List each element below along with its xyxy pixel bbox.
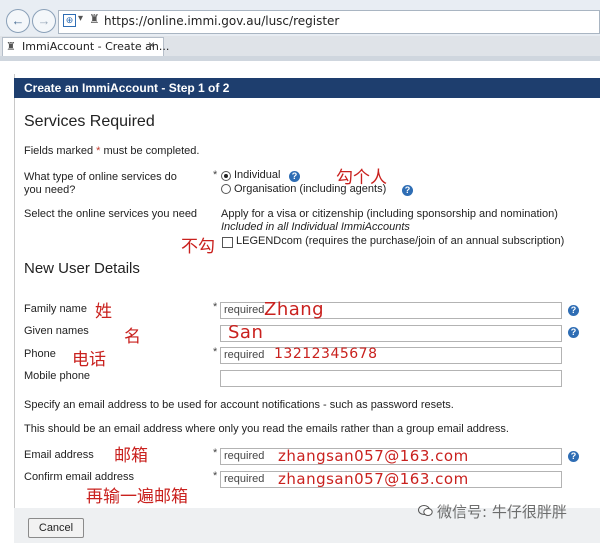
annotation-tick-individual: 勾个人 xyxy=(336,168,387,188)
required-star: * xyxy=(213,447,218,459)
dropdown-icon[interactable]: ▾ xyxy=(78,13,83,24)
services-section-title: Services Required xyxy=(24,113,155,130)
organisation-radio[interactable] xyxy=(221,184,231,194)
annotation-no-tick: 不勾 xyxy=(181,237,215,257)
help-icon[interactable]: ? xyxy=(568,451,579,462)
mobile-phone-label: Mobile phone xyxy=(24,370,91,382)
back-icon[interactable]: ← xyxy=(6,9,30,33)
annotation-email: 邮箱 xyxy=(114,446,148,466)
confirm-email-placeholder: required xyxy=(224,473,265,485)
fields-note-suffix: must be completed. xyxy=(103,145,200,157)
tab-favicon-icon: ♜ xyxy=(6,41,16,53)
family-name-label: Family name xyxy=(24,303,87,315)
family-name-value: Zhang xyxy=(264,299,325,320)
site-crest-icon: ♜ xyxy=(89,12,100,26)
help-icon[interactable]: ? xyxy=(402,185,413,196)
cancel-button[interactable]: Cancel xyxy=(28,518,84,538)
help-icon[interactable]: ? xyxy=(568,305,579,316)
individual-label[interactable]: Individual xyxy=(234,168,280,183)
given-names-input[interactable] xyxy=(220,325,562,342)
family-name-placeholder: required xyxy=(224,304,265,316)
email-value: zhangsan057@163.com xyxy=(278,447,469,465)
phone-placeholder: required xyxy=(224,349,265,361)
divider xyxy=(0,56,600,61)
user-details-section-title: New User Details xyxy=(24,260,140,277)
url-text[interactable]: https://online.immi.gov.au/lusc/register xyxy=(104,14,339,28)
email-placeholder: required xyxy=(224,450,265,462)
tab-close-icon[interactable]: × xyxy=(148,38,155,52)
required-star: * xyxy=(213,169,218,181)
annotation-repeat-email: 再输一遍邮箱 xyxy=(86,487,188,507)
individual-radio[interactable] xyxy=(221,171,231,181)
email-note-2: This should be an email address where on… xyxy=(24,423,509,435)
legendcom-label[interactable]: LEGENDcom (requires the purchase/join of… xyxy=(236,234,564,249)
email-note-1: Specify an email address to be used for … xyxy=(24,399,454,411)
page-title: Create an ImmiAccount - Step 1 of 2 xyxy=(24,81,230,95)
page-icon: ⊕ xyxy=(63,14,76,27)
watermark-text: 微信号: 牛仔很胖胖 xyxy=(437,503,567,521)
mobile-phone-input[interactable] xyxy=(220,370,562,387)
required-star: * xyxy=(213,346,218,358)
required-star: * xyxy=(96,145,101,157)
given-names-value: San xyxy=(228,322,264,343)
service-type-label-line2: you need? xyxy=(24,184,76,196)
required-star: * xyxy=(213,301,218,313)
required-star: * xyxy=(213,470,218,482)
legendcom-checkbox[interactable] xyxy=(222,237,233,248)
help-icon[interactable]: ? xyxy=(289,171,300,182)
wechat-icon xyxy=(418,505,433,516)
fields-note-prefix: Fields marked xyxy=(24,145,94,157)
phone-input[interactable] xyxy=(220,347,562,364)
help-icon[interactable]: ? xyxy=(568,327,579,338)
annotation-given: 名 xyxy=(124,327,141,347)
annotation-surname: 姓 xyxy=(95,302,112,322)
confirm-email-value: zhangsan057@163.com xyxy=(278,470,469,488)
given-names-label: Given names xyxy=(24,325,89,337)
fields-note: Fields marked * must be completed. xyxy=(24,144,199,159)
forward-icon[interactable]: → xyxy=(32,9,56,33)
phone-label: Phone xyxy=(24,348,56,360)
included-note: Included in all Individual ImmiAccounts xyxy=(221,221,410,233)
select-services-label: Select the online services you need xyxy=(24,208,198,220)
annotation-phone: 电话 xyxy=(72,350,106,370)
phone-value: 13212345678 xyxy=(274,346,378,362)
email-label: Email address xyxy=(24,449,94,461)
